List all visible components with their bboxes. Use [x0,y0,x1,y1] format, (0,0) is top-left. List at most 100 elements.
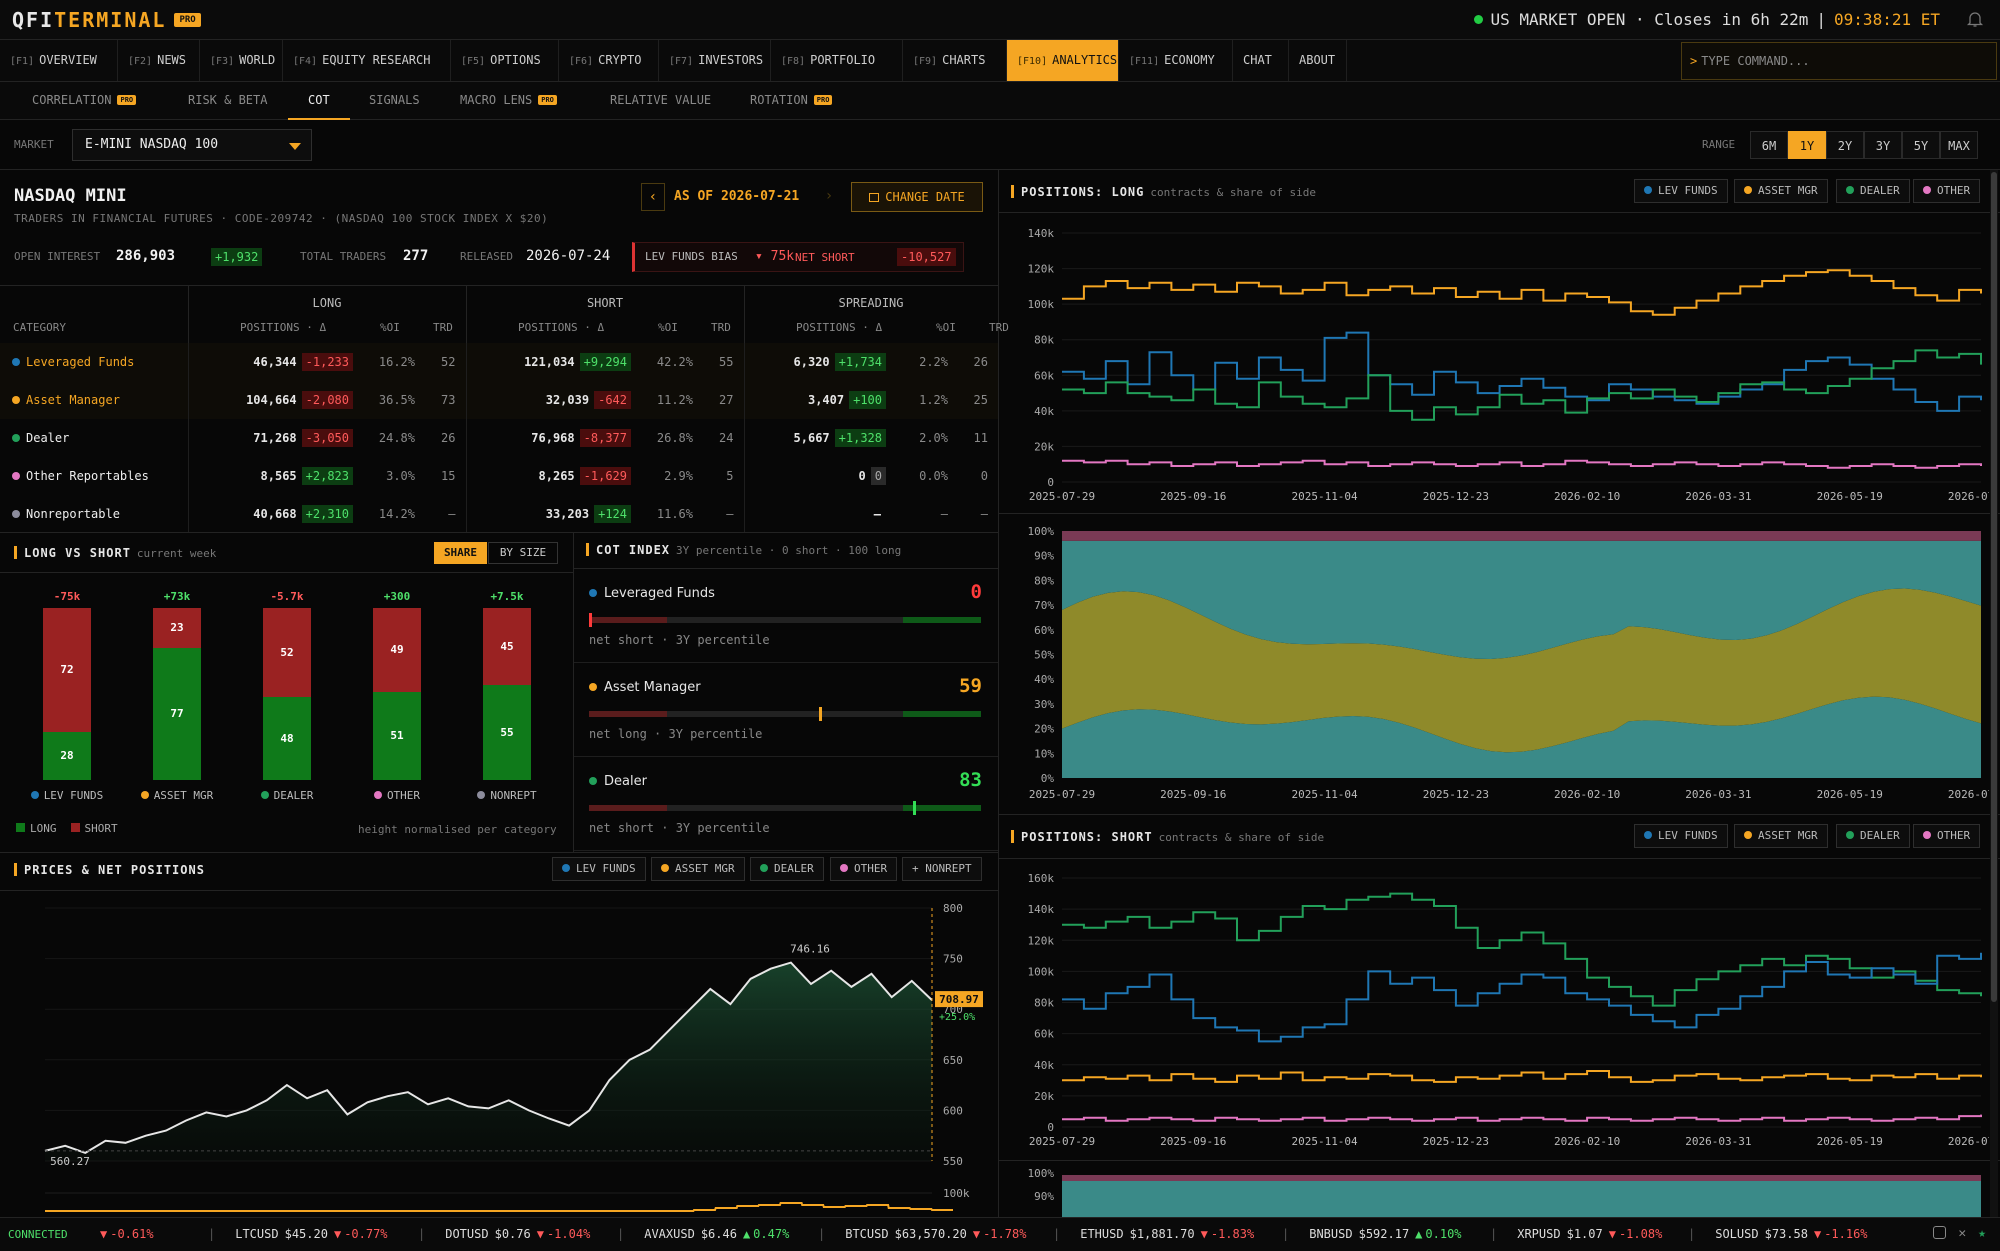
sub-tab-rotation[interactable]: ROTATION PRO [750,82,833,120]
command-placeholder: TYPE COMMAND... [1701,54,1810,68]
divider [0,852,998,853]
nav-tab-analytics[interactable]: [F10] ANALYTICS [1007,40,1119,81]
short-positions-chart[interactable]: 160k 140k 120k 100k 80k 60k 40k 20k 02025-07-29 2… [999,859,1990,1159]
price-area [45,962,932,1161]
long-positions-chart[interactable]: 140k 120k 100k 80k 60k 40k 20k 02025-07-29 2025-… [999,213,1990,513]
arrow-down-icon: ▼ [100,1227,108,1241]
cot-index-name-text: Asset Manager [604,680,701,695]
ticker-item[interactable]: | DOTUSD $0.76 ▼ -1.04% [418,1227,590,1241]
table-row[interactable]: Dealer 71,268 -3,050 24.8% 26 76,968 -8,377 26.… [0,419,998,457]
nav-tab-charts[interactable]: [F9] CHARTS [903,40,1007,81]
lvs-short-bar[interactable]: 72 [43,608,91,732]
lvs-dot [30,791,39,799]
short-share-chart[interactable]: 100% 90% [999,1161,1989,1217]
position-delta: -642 [594,391,631,409]
legend-lev-funds[interactable]: LEV FUNDS [552,857,646,881]
nav-tab-investors[interactable]: [F7] INVESTORS [659,40,771,81]
lvs-long-bar[interactable]: 55 [483,685,531,780]
bell-icon[interactable] [1966,10,1984,28]
share-toggle[interactable]: SHARE [434,542,487,564]
sub-tab-macro-lens[interactable]: MACRO LENS PRO [460,82,557,120]
long-share-chart[interactable]: 100% 90% 80% 70% 60% 50% 40% 30% 20% 10% 0% 2025-07… [999,514,1990,814]
prev-date-button[interactable]: ‹ [641,183,665,211]
range-button-5y[interactable]: 5Y [1902,131,1940,159]
scrollbar-thumb[interactable] [1991,172,1997,1002]
legend-dealer[interactable]: DEALER [1836,179,1910,203]
legend-label: OTHER [1937,829,1971,842]
table-row[interactable]: Asset Manager 104,664 -2,080 36.5% 73 32,039-… [0,381,998,419]
legend-lev-funds[interactable]: LEV FUNDS [1634,179,1728,203]
lvs-short-bar[interactable]: 49 [373,608,421,692]
nav-tab-about[interactable]: ABOUT [1289,40,1347,81]
oi-header: %OI [936,321,956,334]
legend-asset-mgr[interactable]: ASSET MGR [1734,824,1828,848]
range-button-6m[interactable]: 6M [1750,131,1788,159]
star-icon[interactable]: ★ [1978,1226,1986,1241]
ticker-item[interactable]: | AVAXUSD $6.46 ▲ 0.47% [617,1227,789,1241]
ticker-item[interactable]: | SOLUSD $73.58 ▼ -1.16% [1688,1227,1868,1241]
ticker-item[interactable]: | ETHUSD $1,881.70 ▼ -1.83% [1053,1227,1254,1241]
cot-index-item[interactable]: Asset Manager 59 net long · 3Y percentile [574,663,998,757]
lvs-short-bar[interactable]: 23 [153,608,201,648]
sub-tab-risk-beta[interactable]: RISK & BETA [188,82,267,120]
nav-tab-economy[interactable]: [F11] ECONOMY [1119,40,1233,81]
table-row[interactable]: Nonreportable 40,668 +2,310 14.2% — 33,203 +12… [0,495,998,533]
legend-dealer[interactable]: DEALER [750,857,824,881]
range-button-3y[interactable]: 3Y [1864,131,1902,159]
nav-tab-options[interactable]: [F5] OPTIONS [451,40,559,81]
sub-tab-cot[interactable]: COT [288,82,350,120]
legend-lev-funds[interactable]: LEV FUNDS [1634,824,1728,848]
category-name: Other Reportables [26,469,149,483]
legend-asset-mgr[interactable]: ASSET MGR [1734,179,1828,203]
lvs-short-bar[interactable]: 45 [483,608,531,685]
lvs-long-bar[interactable]: 28 [43,732,91,780]
legend-other[interactable]: OTHER [830,857,898,881]
scrollbar-track[interactable] [1990,170,1998,1217]
nav-tab-crypto[interactable]: [F6] CRYPTO [559,40,659,81]
ticker-item[interactable]: ▼ -0.61% [100,1227,154,1241]
ticker-item[interactable]: | XRPUSD $1.07 ▼ -1.08% [1490,1227,1662,1241]
ticker-item[interactable]: | BTCUSD $63,570.20 ▼ -1.78% [818,1227,1026,1241]
legend-asset-mgr[interactable]: ASSET MGR [651,857,745,881]
change-date-button[interactable]: CHANGE DATE [851,182,983,212]
range-button-max[interactable]: MAX [1940,131,1978,159]
oi-cell: 11.6% [656,507,693,521]
range-button-1y[interactable]: 1Y [1788,131,1826,159]
app-logo[interactable]: QFI TERMINAL PRO [12,8,201,32]
nav-tab-chat[interactable]: CHAT [1233,40,1289,81]
by-size-toggle[interactable]: BY SIZE [488,542,558,564]
table-row[interactable]: Other Reportables 8,565 +2,823 3.0% 15 8,265-… [0,457,998,495]
range-button-2y[interactable]: 2Y [1826,131,1864,159]
legend--nonrept[interactable]: + NONREPT [902,857,982,881]
prices-chart[interactable]: 800750700650600550746.16560.27708.97+25.… [0,891,998,1217]
ticker-item[interactable]: | LTCUSD $45.20 ▼ -0.77% [208,1227,388,1241]
sub-tab-relative-value[interactable]: RELATIVE VALUE [610,82,711,120]
nav-tab-overview[interactable]: [F1] OVERVIEW [0,40,118,81]
legend-other[interactable]: OTHER [1913,179,1981,203]
nav-tab-equity-research[interactable]: [F4] EQUITY RESEARCH [283,40,451,81]
asset-mgr-net-line [45,1202,953,1212]
nav-tab-world[interactable]: [F3] WORLD [200,40,283,81]
legend-dealer[interactable]: DEALER [1836,824,1910,848]
x-icon[interactable]: ✕ [1958,1226,1966,1241]
legend-other[interactable]: OTHER [1913,824,1981,848]
lvs-long-bar[interactable]: 51 [373,692,421,780]
command-input[interactable]: > TYPE COMMAND... [1681,42,1997,80]
table-row[interactable]: Leveraged Funds 46,344 -1,233 16.2% 52 121,03… [0,343,998,381]
sub-tab-correlation[interactable]: CORRELATION PRO [32,82,137,120]
ticker-item[interactable]: | BNBUSD $592.17 ▲ 0.10% [1282,1227,1462,1241]
lvs-long-bar[interactable]: 48 [263,697,311,780]
lvs-long-bar[interactable]: 77 [153,648,201,780]
ticker-price: $45.20 [284,1227,328,1241]
sub-tab-signals[interactable]: SIGNALS [369,82,420,120]
cot-index-name: Asset Manager [589,680,701,695]
instagram-icon[interactable] [1933,1226,1947,1239]
nav-tab-portfolio[interactable]: [F8] PORTFOLIO [771,40,903,81]
market-select[interactable]: E-MINI NASDAQ 100 [72,129,312,161]
cot-index-item[interactable]: Dealer 83 net short · 3Y percentile [574,757,998,851]
lvs-short-bar[interactable]: 52 [263,608,311,697]
next-date-button[interactable]: › [820,183,838,211]
nav-tab-news[interactable]: [F2] NEWS [118,40,200,81]
cot-index-item[interactable]: Leveraged Funds 0 net short · 3Y percentil… [574,569,998,663]
short-chart-title: POSITIONS: SHORT contracts & share of sid… [1011,830,1324,844]
